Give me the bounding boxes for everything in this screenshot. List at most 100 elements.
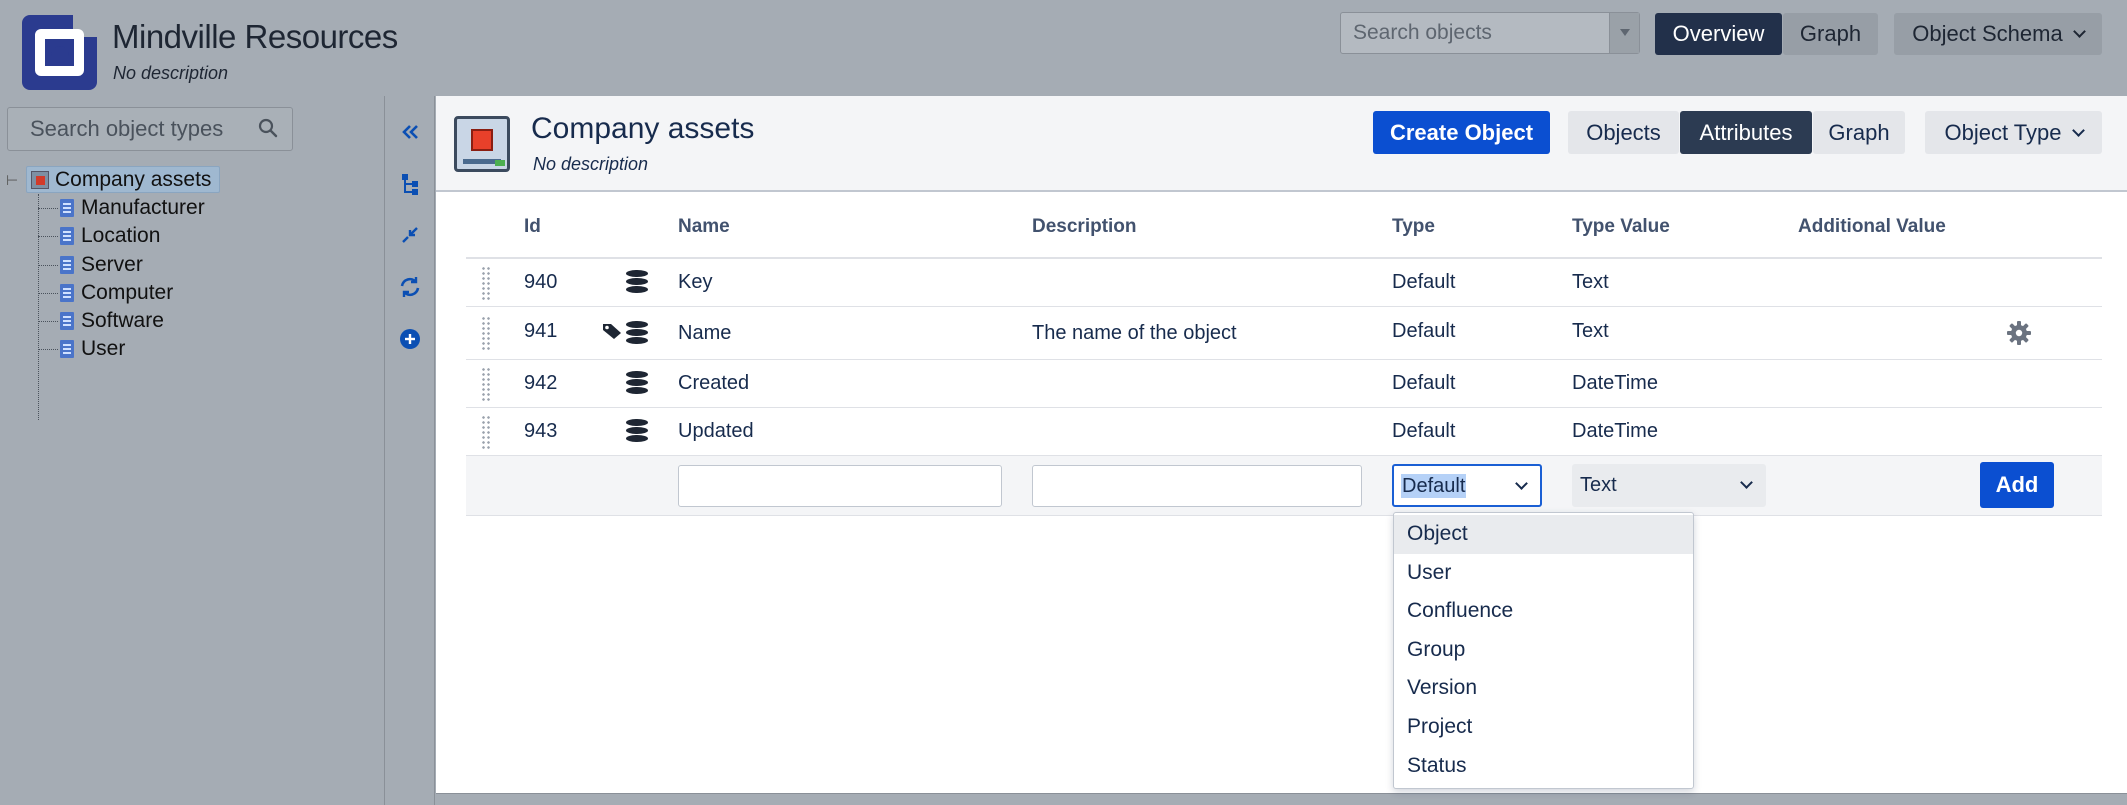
app-header: Mindville Resources No description Overv…	[0, 0, 2127, 96]
tree-item-label: Location	[81, 224, 161, 247]
add-attribute-button[interactable]: Add	[1980, 462, 2054, 508]
dropdown-option-version[interactable]: Version	[1394, 669, 1693, 708]
gear-icon[interactable]	[2006, 320, 2032, 346]
document-icon	[60, 256, 74, 274]
hierarchy-icon[interactable]	[397, 171, 423, 197]
label-tag-icon	[603, 324, 621, 339]
overview-button[interactable]: Overview	[1655, 13, 1782, 55]
object-schema-menu[interactable]: Object Schema	[1894, 13, 2102, 55]
tree-item-user[interactable]: User	[38, 335, 125, 363]
document-icon	[60, 284, 74, 302]
tree-item-location[interactable]: Location	[38, 222, 160, 250]
chevron-down-icon	[2071, 124, 2085, 137]
tree-item-software[interactable]: Software	[38, 307, 164, 335]
row-id: 942	[524, 372, 558, 394]
new-attribute-description-input[interactable]	[1032, 465, 1362, 507]
bottom-strip	[436, 793, 2127, 805]
object-type-icon	[454, 116, 510, 172]
table-row[interactable]: 942 Created Default DateTime	[466, 360, 2102, 408]
chevron-down-icon	[1740, 476, 1753, 489]
row-type: Default	[1392, 320, 1456, 342]
database-icon	[626, 371, 648, 395]
tree-item-server[interactable]: Server	[38, 251, 143, 279]
graph-button[interactable]: Graph	[1783, 13, 1878, 55]
type-value-select-value: Text	[1580, 474, 1617, 496]
tree-toolstrip	[385, 96, 435, 805]
search-icon[interactable]	[258, 118, 278, 138]
caret-down-icon	[1620, 29, 1630, 36]
tree-item-label: Manufacturer	[81, 196, 205, 219]
row-type-value: DateTime	[1572, 420, 1658, 442]
dropdown-option-user[interactable]: User	[1394, 554, 1693, 593]
search-dropdown-toggle[interactable]	[1609, 13, 1639, 53]
type-dropdown-list: Object User Confluence Group Version Pro…	[1393, 512, 1694, 789]
refresh-icon[interactable]	[397, 274, 423, 300]
row-type: Default	[1392, 271, 1456, 293]
dropdown-option-confluence[interactable]: Confluence	[1394, 592, 1693, 631]
table-row[interactable]: 943 Updated Default DateTime	[466, 408, 2102, 456]
database-icon	[626, 270, 648, 294]
type-value-select[interactable]: Text	[1572, 464, 1766, 507]
dropdown-option-group[interactable]: Group	[1394, 631, 1693, 670]
app-logo[interactable]	[22, 15, 97, 90]
drag-handle-icon[interactable]	[481, 367, 491, 401]
tree-item-label: Computer	[81, 281, 174, 304]
object-type-description: No description	[533, 154, 649, 174]
column-header-description: Description	[1032, 216, 1137, 237]
table-row[interactable]: 941 Name The name of the object Default …	[466, 307, 2102, 360]
dropdown-option-status[interactable]: Status	[1394, 747, 1693, 786]
drag-handle-icon[interactable]	[481, 415, 491, 449]
tree-item-manufacturer[interactable]: Manufacturer	[38, 194, 205, 222]
object-type-search-input[interactable]	[8, 108, 248, 150]
row-id: 941	[524, 320, 558, 342]
tree-item-computer[interactable]: Computer	[38, 279, 173, 307]
object-type-title: Company assets	[531, 112, 755, 145]
tree-expander-icon[interactable]: ⊢	[6, 172, 18, 189]
object-type-icon	[31, 170, 49, 189]
document-icon	[60, 227, 74, 245]
column-header-type: Type	[1392, 216, 1435, 237]
tab-attributes[interactable]: Attributes	[1680, 111, 1812, 154]
table-row[interactable]: 940 Key Default Text	[466, 259, 2102, 307]
row-id: 943	[524, 420, 558, 442]
row-type-value: Text	[1572, 320, 1609, 342]
row-type-value: DateTime	[1572, 372, 1658, 394]
drag-handle-icon[interactable]	[481, 316, 491, 350]
new-attribute-row: Default Text Add	[466, 456, 2102, 516]
row-type: Default	[1392, 372, 1456, 394]
type-select[interactable]: Default	[1392, 464, 1542, 507]
database-icon	[626, 321, 648, 345]
dropdown-option-object[interactable]: Object	[1394, 515, 1693, 554]
object-type-search	[7, 107, 293, 151]
app-description: No description	[113, 63, 229, 83]
row-name[interactable]: Key	[678, 271, 712, 294]
tree-item-label: Server	[81, 253, 143, 276]
tree-item-label: Software	[81, 309, 164, 332]
compress-icon[interactable]	[397, 222, 423, 248]
object-type-menu[interactable]: Object Type	[1925, 111, 2102, 154]
column-header-additional-value: Additional Value	[1798, 216, 1946, 237]
database-icon	[626, 419, 648, 443]
drag-handle-icon[interactable]	[481, 266, 491, 300]
tab-graph[interactable]: Graph	[1813, 111, 1905, 154]
tree-root-company-assets[interactable]: Company assets	[26, 166, 221, 193]
object-type-main: Company assets No description Create Obj…	[436, 96, 2127, 793]
row-type: Default	[1392, 420, 1456, 442]
add-circle-icon[interactable]	[397, 326, 423, 352]
row-description: The name of the object	[1032, 322, 1237, 344]
row-name[interactable]: Updated	[678, 420, 754, 443]
row-name[interactable]: Created	[678, 372, 749, 395]
search-objects-input[interactable]	[1341, 13, 1607, 53]
create-object-button[interactable]: Create Object	[1373, 111, 1550, 154]
tab-objects[interactable]: Objects	[1568, 111, 1679, 154]
column-header-name: Name	[678, 216, 730, 237]
object-type-header: Company assets No description Create Obj…	[436, 96, 2127, 192]
row-name[interactable]: Name	[678, 322, 731, 345]
column-header-type-value: Type Value	[1572, 216, 1670, 237]
column-header-id: Id	[524, 216, 541, 237]
document-icon	[60, 199, 74, 217]
collapse-sidebar-icon[interactable]	[397, 119, 423, 145]
tree-item-label: User	[81, 337, 126, 360]
dropdown-option-project[interactable]: Project	[1394, 708, 1693, 747]
new-attribute-name-input[interactable]	[678, 465, 1002, 507]
